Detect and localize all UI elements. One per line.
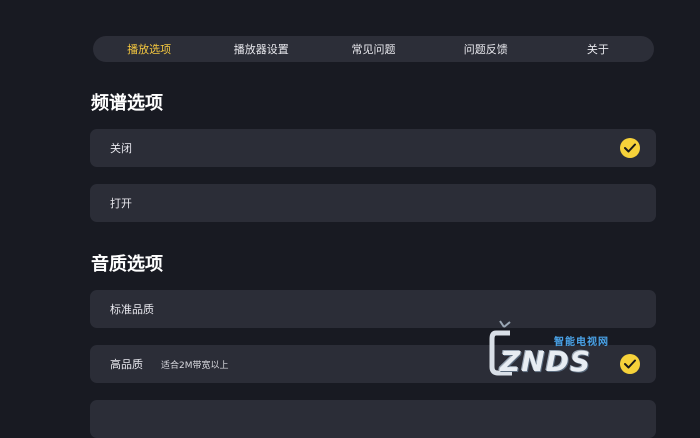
- tab-faq[interactable]: 常见问题: [317, 41, 429, 57]
- spectrum-section-title: 频谱选项: [91, 93, 163, 114]
- tab-playback-options[interactable]: 播放选项: [93, 41, 205, 57]
- option-label: 打开: [110, 197, 132, 210]
- top-tab-bar: 播放选项 播放器设置 常见问题 问题反馈 关于: [93, 36, 654, 62]
- option-label: 关闭: [110, 142, 132, 155]
- spectrum-option-on[interactable]: 打开: [90, 184, 656, 222]
- tab-player-settings[interactable]: 播放器设置: [205, 41, 317, 57]
- znds-watermark: 智能电视网 ZNDS: [486, 313, 646, 383]
- watermark-logo-text: ZNDS: [500, 345, 592, 378]
- tab-about[interactable]: 关于: [542, 41, 654, 57]
- check-icon: [620, 138, 640, 158]
- tab-feedback[interactable]: 问题反馈: [430, 41, 542, 57]
- option-label: 标准品质: [110, 303, 154, 316]
- option-note: 适合2M带宽以上: [161, 360, 229, 371]
- quality-option-partial[interactable]: [90, 400, 656, 438]
- option-label: 高品质: [110, 358, 143, 371]
- spectrum-option-off[interactable]: 关闭: [90, 129, 656, 167]
- quality-section-title: 音质选项: [91, 254, 163, 275]
